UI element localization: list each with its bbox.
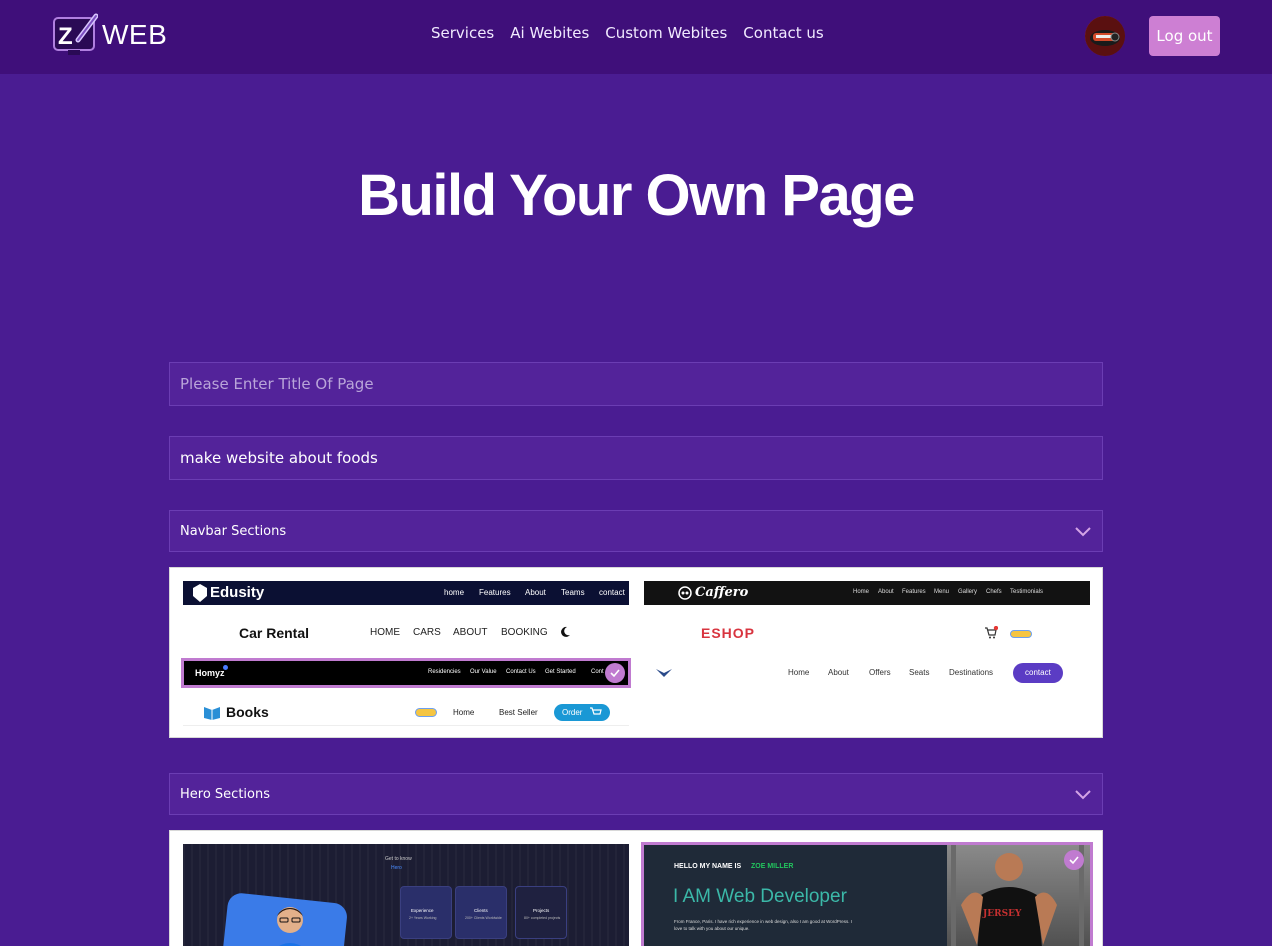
- navbar-template-car-rental[interactable]: Car Rental HOME CARS ABOUT BOOKING: [183, 616, 629, 648]
- caffero-link: Gallery: [958, 589, 978, 595]
- hero1-card-title: Experience: [411, 908, 434, 913]
- caffero-link: Features: [902, 589, 926, 595]
- homyz-link: Our Value: [470, 669, 497, 675]
- travel-link: Offers: [869, 668, 891, 677]
- hero1-card-title: Projects: [533, 908, 550, 913]
- hero1-kicker: Get to know: [385, 856, 412, 862]
- travel-link: Destinations: [949, 668, 994, 677]
- hero1-card-title: Clients: [474, 908, 488, 913]
- person-avatar-icon: [277, 907, 303, 946]
- chevron-down-icon: [1075, 527, 1091, 537]
- website-prompt-input[interactable]: [169, 436, 1103, 480]
- hero2-bio-line: From France, Paris. I have rich experien…: [674, 919, 852, 924]
- travel-link: Seats: [909, 668, 930, 677]
- theme-toggle-icon: [1010, 630, 1032, 638]
- svg-text:Z: Z: [58, 23, 73, 50]
- page-title: Build Your Own Page: [358, 163, 915, 228]
- caffero-link: About: [878, 589, 894, 595]
- caffero-link: Testimonials: [1010, 589, 1044, 595]
- navbar-template-books[interactable]: Books Home Best Seller Order: [183, 698, 629, 726]
- top-navbar: Z WEB Services Ai Webites Custom Webites…: [0, 0, 1272, 74]
- carrental-brand: Car Rental: [239, 625, 310, 641]
- navbar-templates-grid: Edusity home Features About Teams contac…: [169, 567, 1103, 738]
- hero2-greeting: HELLO MY NAME IS: [674, 863, 742, 870]
- navbar-template-travel[interactable]: Home About Offers Seats Destinations con…: [644, 658, 1090, 688]
- edusity-link: Features: [479, 588, 511, 597]
- cart-icon: [985, 626, 998, 639]
- books-cta: Order: [562, 708, 583, 717]
- moon-icon: [561, 626, 570, 637]
- selected-check-icon: [1064, 850, 1084, 870]
- chevron-down-icon: [1075, 790, 1091, 800]
- hero-sections-toggle[interactable]: Hero Sections: [169, 773, 1103, 815]
- hero2-bio-line: love to talk with you about our unique.: [674, 926, 750, 931]
- navbar-sections-toggle[interactable]: Navbar Sections: [169, 510, 1103, 552]
- travel-logo-icon: [656, 669, 672, 677]
- nav-services[interactable]: Services: [431, 24, 494, 42]
- homyz-dot-icon: [223, 665, 228, 670]
- navbar-sections-label: Navbar Sections: [180, 523, 287, 539]
- homyz-link: Cont: [591, 669, 604, 675]
- travel-link: Home: [788, 668, 810, 677]
- logo-icon: Z: [52, 12, 99, 58]
- eshop-brand: ESHOP: [701, 625, 756, 641]
- brand-name: WEB: [102, 19, 168, 50]
- carrental-link: CARS: [413, 627, 441, 638]
- caffero-link: Home: [853, 589, 870, 595]
- edusity-link: Teams: [561, 588, 585, 597]
- logout-button[interactable]: Log out: [1149, 16, 1220, 56]
- hero1-sub: Hero: [391, 865, 402, 871]
- edusity-logo-icon: [193, 584, 207, 602]
- hero2-jersey-text: JERSEY: [983, 909, 1022, 919]
- navbar-template-caffero[interactable]: Caffero Home About Features Menu Gallery…: [644, 581, 1090, 605]
- cart-icon: [590, 707, 602, 715]
- hero-sections-label: Hero Sections: [180, 786, 270, 802]
- edusity-brand: Edusity: [210, 584, 265, 601]
- caffero-brand: Caffero: [695, 585, 749, 600]
- hero-templates-grid: Get to know Hero Experience 2+ Years Wor…: [169, 830, 1103, 946]
- hero-template-portfolio-2[interactable]: HELLO MY NAME IS ZOE MILLER I AM Web Dev…: [641, 842, 1093, 946]
- books-brand: Books: [226, 704, 269, 720]
- travel-link: About: [828, 668, 849, 677]
- nav-custom-websites[interactable]: Custom Webites: [605, 24, 727, 42]
- homyz-link: Residencies: [428, 669, 461, 675]
- caffero-logo-icon: [678, 586, 692, 600]
- books-logo-icon: [204, 707, 220, 720]
- hero1-card-text: 2+ Years Working: [409, 916, 437, 920]
- navbar-template-eshop[interactable]: ESHOP: [644, 616, 1090, 648]
- caffero-link: Menu: [934, 589, 950, 595]
- user-avatar[interactable]: [1085, 16, 1125, 56]
- navbar-template-edusity[interactable]: Edusity home Features About Teams contac…: [183, 581, 629, 605]
- nav-ai-websites[interactable]: Ai Webites: [510, 24, 589, 42]
- carrental-link: HOME: [370, 627, 400, 638]
- hero1-card-text: 80+ completed projects: [524, 916, 561, 920]
- edusity-link: About: [525, 588, 546, 597]
- hero1-card-text: 200+ Clients Worldwide: [465, 916, 502, 920]
- homyz-link: Get Started: [545, 669, 576, 675]
- books-link: Best Seller: [499, 708, 538, 717]
- edusity-link: contact: [599, 588, 625, 597]
- carrental-link: BOOKING: [501, 627, 548, 638]
- edusity-link: home: [444, 588, 465, 597]
- carrental-link: ABOUT: [453, 627, 488, 638]
- hero2-headline: I AM Web Developer: [673, 886, 847, 907]
- caffero-link: Chefs: [986, 589, 1002, 595]
- books-link: Home: [453, 708, 475, 717]
- theme-toggle-icon: [415, 708, 437, 717]
- travel-cta: contact: [1025, 668, 1051, 677]
- nav-contact-us[interactable]: Contact us: [743, 24, 823, 42]
- selected-check-icon: [605, 663, 625, 683]
- page-title-input[interactable]: [169, 362, 1103, 406]
- site-logo[interactable]: Z WEB: [52, 12, 167, 58]
- homyz-link: Contact Us: [506, 669, 536, 675]
- homyz-brand: Homyz: [195, 668, 225, 678]
- navbar-template-homyz[interactable]: Homyz Residencies Our Value Contact Us G…: [181, 658, 631, 688]
- hero2-name: ZOE MILLER: [751, 863, 794, 870]
- hero-template-portfolio-1[interactable]: Get to know Hero Experience 2+ Years Wor…: [183, 844, 629, 946]
- main-nav: Services Ai Webites Custom Webites Conta…: [431, 24, 824, 42]
